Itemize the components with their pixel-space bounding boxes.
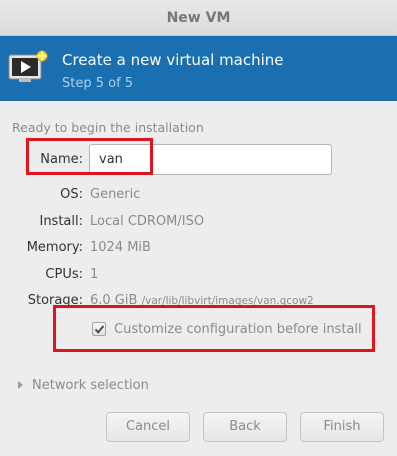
cpus-label: CPUs: [45,267,83,282]
customize-highlight-box [53,305,375,352]
os-label: OS: [60,187,83,202]
cpus-value: 1 [90,267,99,282]
cancel-button[interactable]: Cancel [106,412,190,442]
memory-value: 1024 MiB [90,240,151,255]
install-label: Install: [39,214,83,229]
wizard-title: Create a new virtual machine [62,51,284,69]
summary-heading: Ready to begin the installation [12,120,204,135]
wizard-step: Step 5 of 5 [62,76,134,91]
os-value: Generic [90,187,141,202]
install-value: Local CDROM/ISO [90,214,205,229]
memory-label: Memory: [26,240,83,255]
finish-button[interactable]: Finish [300,412,384,442]
vm-monitor-icon [8,50,48,82]
network-selection-label: Network selection [32,377,149,393]
window-titlebar[interactable]: New VM [0,0,397,36]
expander-arrow-icon [18,381,23,389]
network-selection-expander[interactable]: Network selection [18,377,149,393]
wizard-header: Create a new virtual machine Step 5 of 5 [0,36,397,101]
new-vm-dialog: New VM Create a new virtual machine Step… [0,0,397,456]
window-title: New VM [166,10,231,26]
back-button[interactable]: Back [203,412,287,442]
name-highlight-box [26,138,153,175]
